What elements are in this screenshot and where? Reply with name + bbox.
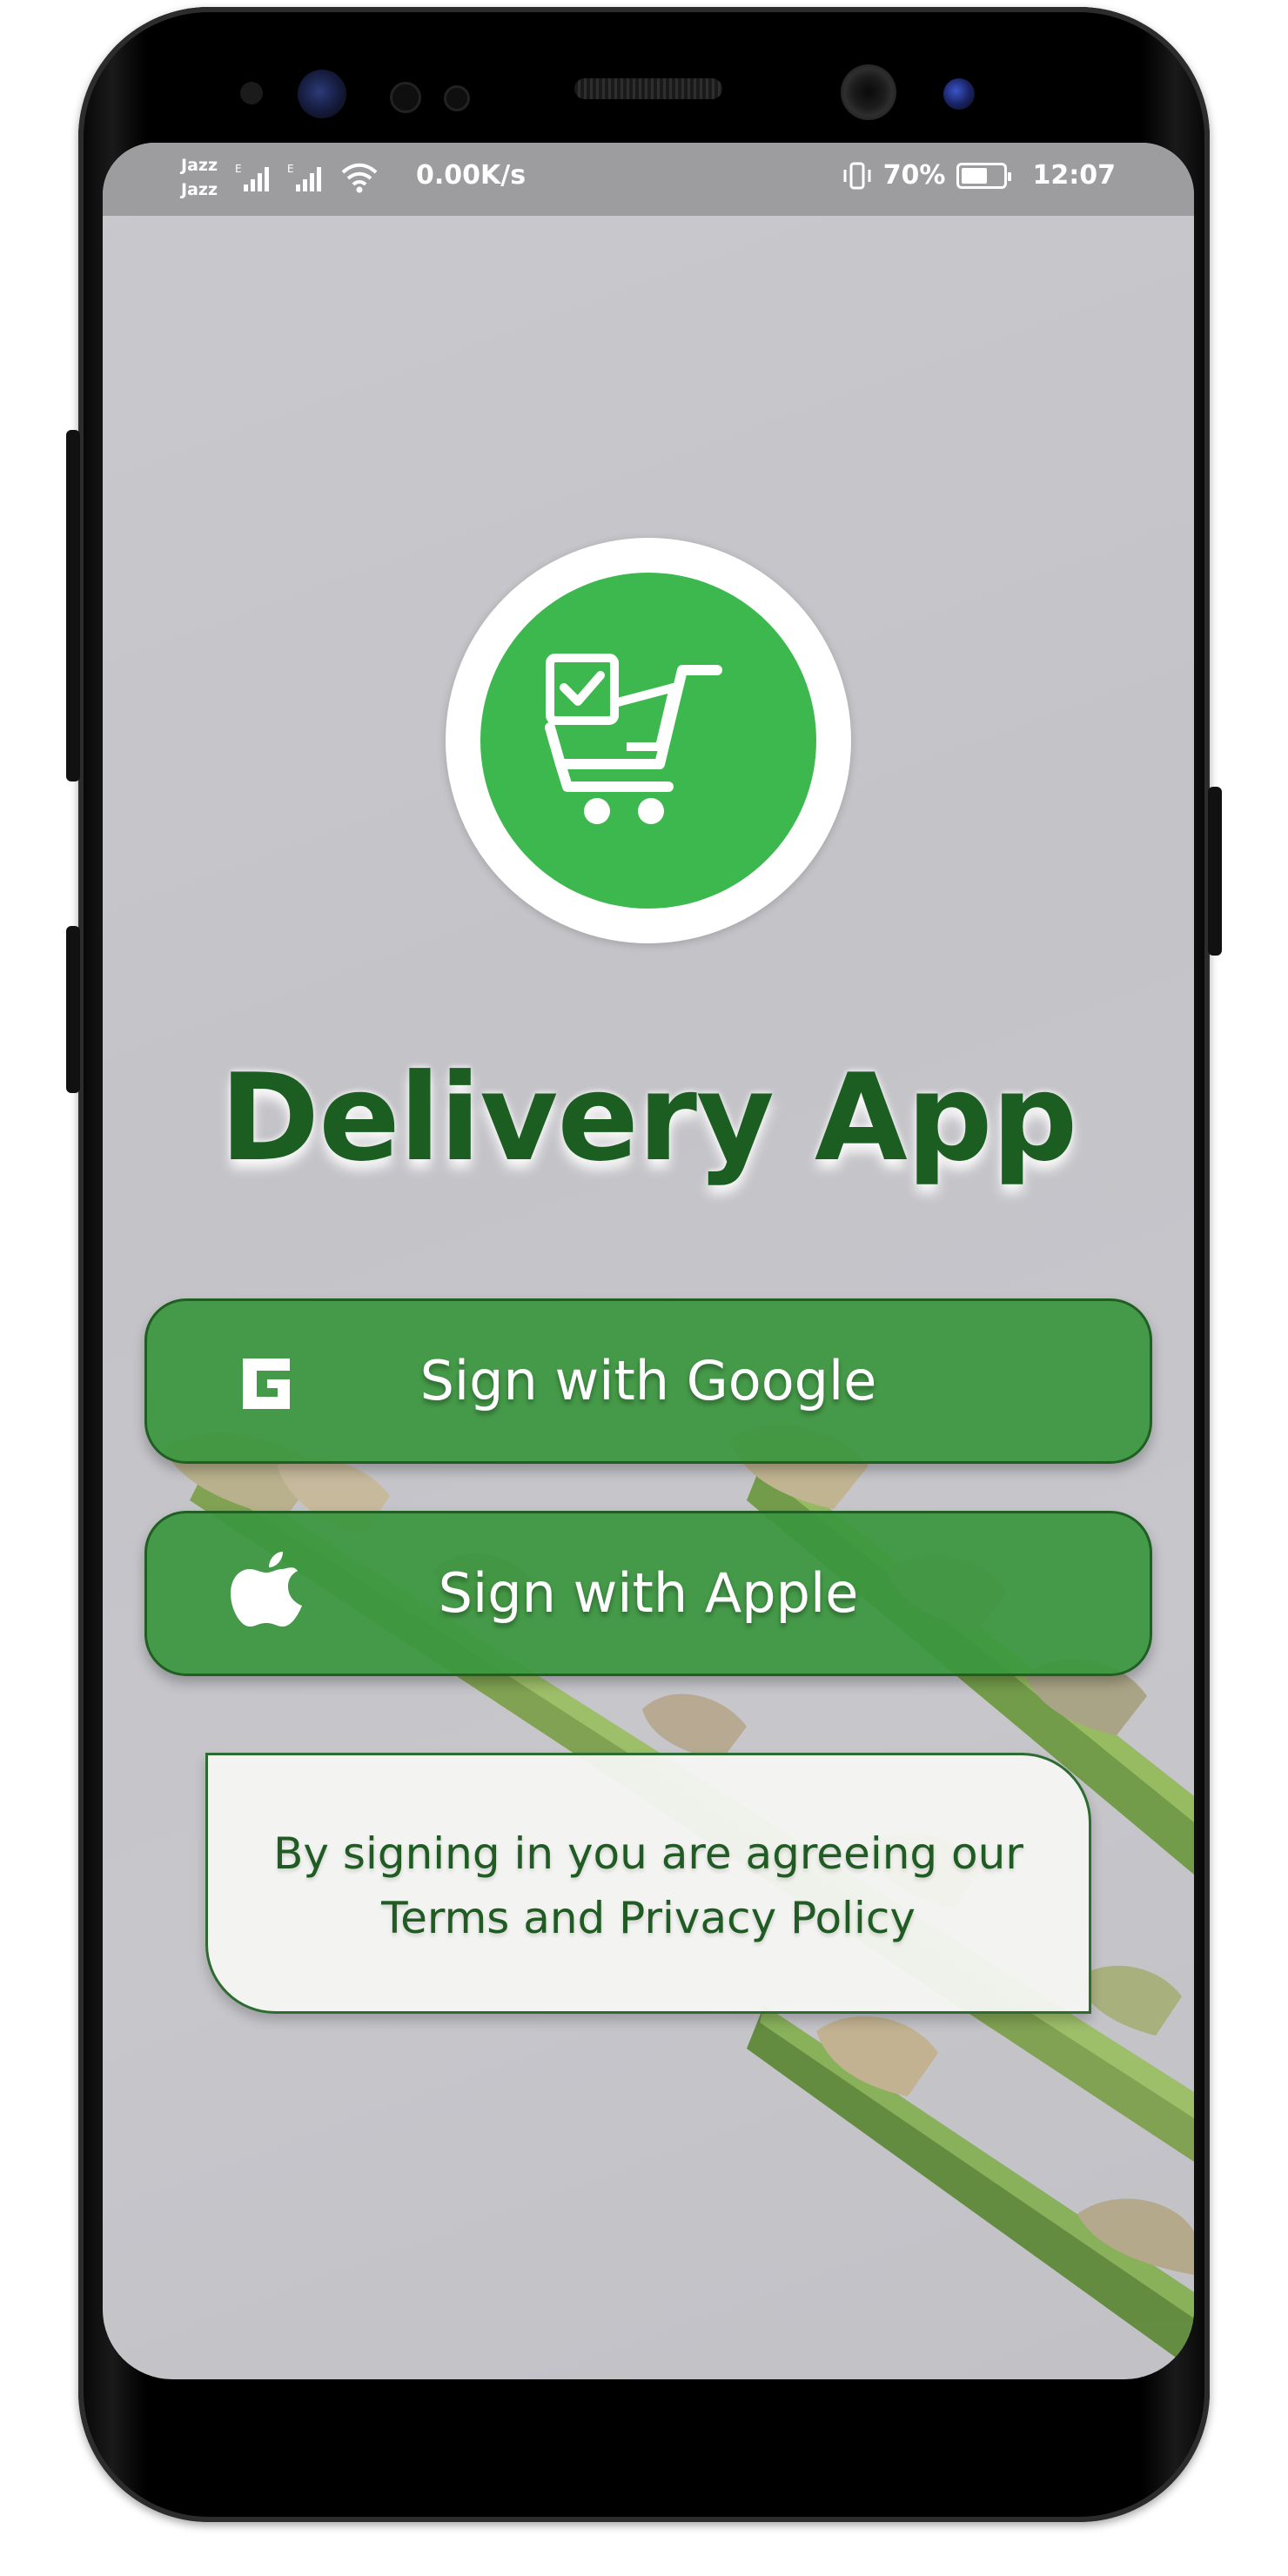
status-right: 70% 12:07 — [842, 160, 1116, 191]
svg-text:E: E — [235, 163, 242, 175]
power-button — [1208, 787, 1222, 956]
volume-up-button — [66, 430, 80, 782]
sign-in-apple-button[interactable]: Sign with Apple — [144, 1511, 1152, 1676]
signal-icon: E — [287, 163, 321, 191]
app-logo — [446, 538, 851, 943]
carrier-name: Jazz — [181, 156, 218, 175]
iris-scanner — [943, 78, 975, 110]
app-screen: Jazz Jazz E E 0.00K/s 70% 12:07 Delivery… — [103, 143, 1194, 2379]
carrier-name: Jazz — [181, 180, 218, 199]
volume-down-button — [66, 926, 80, 1093]
asparagus-background — [164, 1425, 1194, 2371]
sensor-lens — [298, 70, 346, 118]
app-title: Delivery App — [219, 1048, 1078, 1188]
vibrate-icon — [843, 162, 871, 189]
logo-circle — [480, 573, 816, 909]
sensor-dot — [444, 85, 470, 111]
shopping-cart-check-icon — [545, 654, 722, 824]
signal-icon: E — [235, 163, 269, 191]
sensor-dot — [240, 82, 263, 104]
terms-line: By signing in you are agreeing our — [273, 1828, 1023, 1879]
carrier-info: Jazz Jazz — [181, 153, 218, 202]
sensor-dot — [390, 82, 421, 113]
clock: 12:07 — [1032, 160, 1117, 191]
status-bar: Jazz Jazz E E 0.00K/s 70% 12:07 — [103, 143, 1194, 216]
network-speed: 0.00K/s — [416, 160, 527, 191]
svg-text:E: E — [287, 163, 294, 175]
battery-icon — [956, 162, 1011, 189]
terms-privacy-link[interactable]: Terms and Privacy Policy — [208, 1886, 1089, 1950]
battery-percent: 70% — [882, 160, 946, 191]
sign-in-google-label: Sign with Google — [419, 1349, 877, 1412]
terms-text: By signing in you are agreeing our Terms… — [208, 1821, 1089, 1950]
wifi-icon — [341, 163, 378, 193]
earpiece-speaker — [574, 78, 722, 99]
sign-in-apple-label: Sign with Apple — [438, 1561, 859, 1625]
terms-notice: By signing in you are agreeing our Terms… — [205, 1753, 1091, 2014]
sign-in-google-button[interactable]: Sign with Google — [144, 1298, 1152, 1464]
front-camera — [841, 64, 896, 120]
